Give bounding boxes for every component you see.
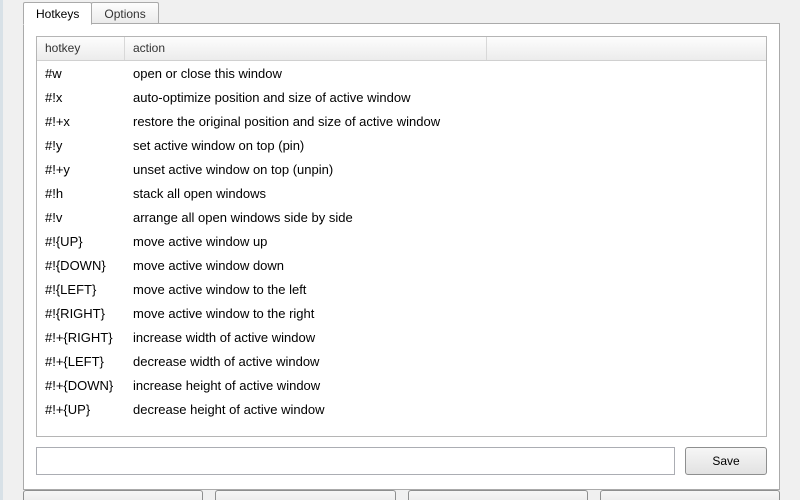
table-row[interactable]: #!{DOWN}move active window down [37, 253, 766, 277]
save-button[interactable]: Save [685, 447, 767, 475]
cell-action: move active window to the right [125, 306, 766, 321]
cell-action: auto-optimize position and size of activ… [125, 90, 766, 105]
cell-hotkey: #!+y [37, 162, 125, 177]
column-header-action[interactable]: action [125, 37, 487, 60]
cell-action: move active window up [125, 234, 766, 249]
cell-hotkey: #!x [37, 90, 125, 105]
footer-button-stub[interactable] [215, 490, 395, 500]
table-row[interactable]: #!+{LEFT}decrease width of active window [37, 349, 766, 373]
cell-hotkey: #w [37, 66, 125, 81]
table-row[interactable]: #!yset active window on top (pin) [37, 133, 766, 157]
cell-hotkey: #!{RIGHT} [37, 306, 125, 321]
listview-header: hotkey action [37, 37, 766, 61]
cell-action: stack all open windows [125, 186, 766, 201]
table-row[interactable]: #!+xrestore the original position and si… [37, 109, 766, 133]
column-header-filler[interactable] [487, 37, 766, 60]
tab-hotkeys[interactable]: Hotkeys [23, 2, 92, 25]
cell-hotkey: #!+x [37, 114, 125, 129]
table-row[interactable]: #wopen or close this window [37, 61, 766, 85]
cell-action: restore the original position and size o… [125, 114, 766, 129]
footer-button-stub[interactable] [23, 490, 203, 500]
cell-action: move active window to the left [125, 282, 766, 297]
hotkey-edit-input[interactable] [36, 447, 675, 475]
cell-action: unset active window on top (unpin) [125, 162, 766, 177]
cell-action: open or close this window [125, 66, 766, 81]
cell-hotkey: #!+{DOWN} [37, 378, 125, 393]
cell-hotkey: #!+{LEFT} [37, 354, 125, 369]
table-row[interactable]: #!hstack all open windows [37, 181, 766, 205]
cell-action: increase height of active window [125, 378, 766, 393]
footer-button-stub[interactable] [408, 490, 588, 500]
table-row[interactable]: #!+{UP}decrease height of active window [37, 397, 766, 421]
table-row[interactable]: #!{RIGHT}move active window to the right [37, 301, 766, 325]
table-row[interactable]: #!+{RIGHT}increase width of active windo… [37, 325, 766, 349]
tab-strip: Hotkeys Options [23, 0, 780, 24]
cell-hotkey: #!h [37, 186, 125, 201]
cell-hotkey: #!{UP} [37, 234, 125, 249]
cell-hotkey: #!+{RIGHT} [37, 330, 125, 345]
listview-rows: #wopen or close this window#!xauto-optim… [37, 61, 766, 421]
cell-action: increase width of active window [125, 330, 766, 345]
hotkey-listview[interactable]: hotkey action #wopen or close this windo… [36, 36, 767, 437]
table-row[interactable]: #!+{DOWN}increase height of active windo… [37, 373, 766, 397]
footer-button-stub[interactable] [600, 490, 780, 500]
table-row[interactable]: #!varrange all open windows side by side [37, 205, 766, 229]
cell-hotkey: #!+{UP} [37, 402, 125, 417]
column-header-hotkey[interactable]: hotkey [37, 37, 125, 60]
cell-hotkey: #!y [37, 138, 125, 153]
cell-action: set active window on top (pin) [125, 138, 766, 153]
cell-hotkey: #!{LEFT} [37, 282, 125, 297]
tab-options[interactable]: Options [91, 2, 158, 24]
cell-action: move active window down [125, 258, 766, 273]
table-row[interactable]: #!{UP}move active window up [37, 229, 766, 253]
table-row[interactable]: #!+yunset active window on top (unpin) [37, 157, 766, 181]
window-root: Hotkeys Options hotkey action #wopen or … [0, 0, 800, 500]
table-row[interactable]: #!xauto-optimize position and size of ac… [37, 85, 766, 109]
cell-hotkey: #!{DOWN} [37, 258, 125, 273]
dialog-footer-buttons [23, 490, 780, 500]
cell-hotkey: #!v [37, 210, 125, 225]
bottom-bar: Save [36, 447, 767, 475]
cell-action: decrease height of active window [125, 402, 766, 417]
cell-action: decrease width of active window [125, 354, 766, 369]
table-row[interactable]: #!{LEFT}move active window to the left [37, 277, 766, 301]
cell-action: arrange all open windows side by side [125, 210, 766, 225]
tab-panel-hotkeys: hotkey action #wopen or close this windo… [23, 23, 780, 490]
